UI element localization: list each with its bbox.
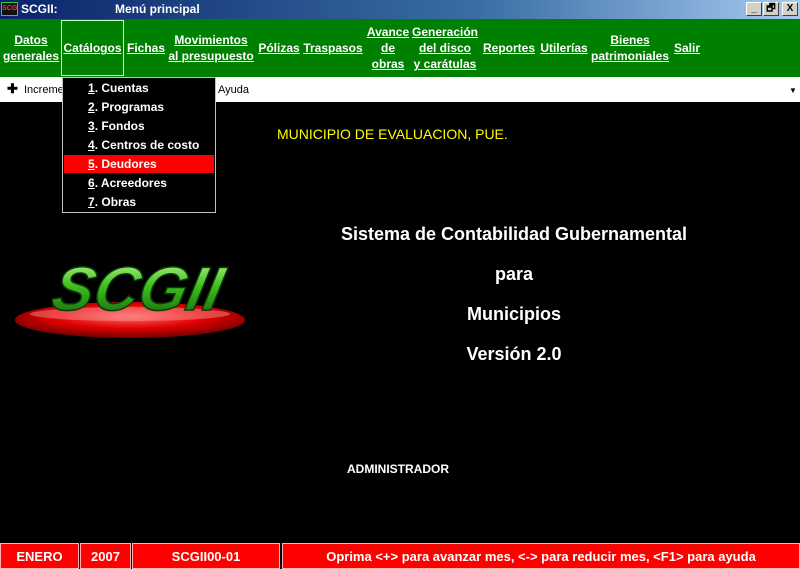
item-number: 2 [88,100,95,114]
toolbar-increment[interactable]: Increme [24,84,64,96]
menu-generacion-disco[interactable]: Generación del disco y carátulas [412,19,478,77]
dropdown-item-programas[interactable]: 2. Programas [64,98,214,116]
system-title-para: para [494,264,534,284]
item-number: 1 [88,81,95,95]
title-bar: SCG SCGII: Menú principal _ 🗗 X [0,0,800,19]
system-version: Versión 2.0 [466,344,562,364]
menu-label: Datos generales [2,33,60,63]
minimize-button[interactable]: _ [746,2,762,16]
menu-bar: Datos generales Catálogos Fichas Movimie… [0,19,800,77]
catalogos-dropdown: 1. Cuentas 2. Programas 3. Fondos 4. Cen… [62,77,216,213]
item-number: 6 [88,176,95,190]
scgii-logo: SCGII [15,254,245,338]
chevron-down-icon[interactable]: ▼ [789,86,797,95]
menu-label: Bienes patrimoniales [590,33,670,63]
restore-button[interactable]: 🗗 [763,2,779,16]
item-label: . Fondos [94,119,145,133]
menu-catalogos[interactable]: Catálogos [61,20,124,76]
dropdown-item-deudores[interactable]: 5. Deudores [64,155,214,173]
municipality-name: MUNICIPIO DE EVALUACION, PUE. [277,126,508,142]
item-label: . Obras [94,195,137,209]
menu-datos-generales[interactable]: Datos generales [2,19,60,77]
menu-salir[interactable]: Salir [672,19,702,77]
menu-label: Traspasos [303,41,363,55]
menu-label: Pólizas [258,41,300,55]
menu-label: Utilerías [540,41,588,55]
item-label: . Cuentas [94,81,149,95]
item-label: . Deudores [94,157,157,171]
menu-label: Reportes [482,41,535,55]
menu-label: Generación del disco y carátulas [411,25,479,71]
menu-label: Avance de obras [366,25,410,71]
menu-label: Movimientos al presupuesto [168,33,254,63]
window-title: Menú principal [115,2,200,16]
item-number: 3 [88,119,95,133]
dropdown-item-centros-costo[interactable]: 4. Centros de costo [64,136,214,154]
close-button[interactable]: X [782,2,798,16]
menu-polizas[interactable]: Pólizas [258,19,300,77]
logo-text: SCGII [46,255,231,324]
status-bar: ENERO 2007 SCGII00-01 Oprima <+> para av… [0,543,800,569]
dropdown-item-cuentas[interactable]: 1. Cuentas [64,79,214,97]
menu-fichas[interactable]: Fichas [126,19,166,77]
item-label: . Centros de costo [94,138,200,152]
menu-label: Catálogos [63,41,122,55]
menu-utilerias[interactable]: Utilerías [540,19,588,77]
item-number: 7 [88,195,95,209]
menu-label: Salir [673,41,700,55]
status-help: Oprima <+> para avanzar mes, <-> para re… [282,543,800,569]
item-number: 4 [88,138,95,152]
dropdown-item-fondos[interactable]: 3. Fondos [64,117,214,135]
menu-label: Fichas [126,41,165,55]
status-month: ENERO [0,543,79,569]
menu-bienes-patrimoniales[interactable]: Bienes patrimoniales [590,19,670,77]
menu-reportes[interactable]: Reportes [482,19,536,77]
current-user: ADMINISTRADOR [347,462,449,476]
app-icon[interactable]: SCG [1,2,18,16]
status-year: 2007 [80,543,131,569]
system-title: Sistema de Contabilidad Gubernamental [340,224,688,244]
app-name: SCGII: [21,2,58,16]
status-module: SCGII00-01 [132,543,280,569]
dropdown-item-acreedores[interactable]: 6. Acreedores [64,174,214,192]
menu-movimientos[interactable]: Movimientos al presupuesto [168,19,254,77]
plus-icon[interactable]: ✚ [7,81,18,97]
item-number: 5 [88,157,95,171]
item-label: . Programas [94,100,165,114]
item-label: . Acreedores [94,176,167,190]
menu-avance-obras[interactable]: Avance de obras [366,19,410,77]
dropdown-item-obras[interactable]: 7. Obras [64,193,214,211]
toolbar-help[interactable]: Ayuda [218,84,249,96]
system-title-municipios: Municipios [467,304,561,324]
menu-traspasos[interactable]: Traspasos [303,19,363,77]
